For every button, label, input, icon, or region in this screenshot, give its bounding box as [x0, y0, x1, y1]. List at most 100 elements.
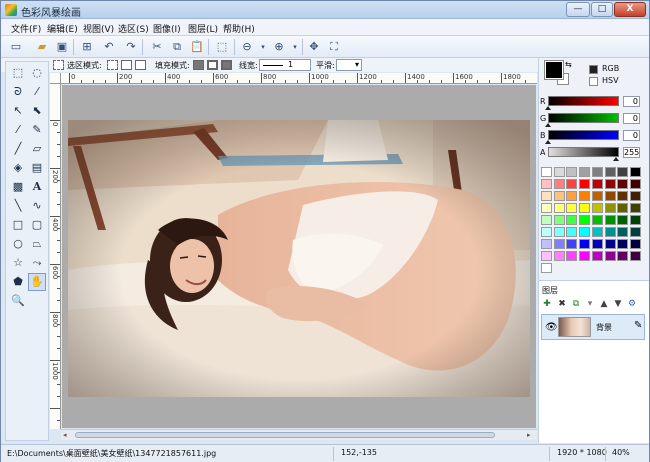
- palette-swatch[interactable]: [541, 215, 552, 225]
- palette-swatch[interactable]: [553, 191, 565, 201]
- palette-swatch[interactable]: [566, 239, 578, 249]
- palette-swatch[interactable]: [617, 191, 629, 201]
- move-layer-up-icon[interactable]: ▲: [599, 299, 609, 309]
- palette-swatch[interactable]: [566, 251, 578, 261]
- palette-swatch[interactable]: [617, 215, 629, 225]
- pencil-edit-icon[interactable]: ✎: [634, 320, 642, 331]
- palette-swatch[interactable]: [579, 239, 591, 249]
- curve-icon[interactable]: ∿: [28, 197, 46, 215]
- channel-a-marker[interactable]: [613, 157, 619, 161]
- fill-mode-both[interactable]: [221, 60, 232, 70]
- palette-swatch[interactable]: [617, 203, 629, 213]
- palette-swatch[interactable]: [553, 227, 565, 237]
- palette-swatch[interactable]: [553, 179, 565, 189]
- palette-swatch[interactable]: [566, 167, 578, 177]
- palette-swatch[interactable]: [579, 203, 591, 213]
- palette-swatch[interactable]: [541, 227, 552, 237]
- line-icon[interactable]: ╲: [9, 197, 27, 215]
- palette-swatch[interactable]: [604, 203, 616, 213]
- palette-swatch[interactable]: [617, 167, 629, 177]
- save-icon[interactable]: ▣: [54, 39, 70, 55]
- new-file-icon[interactable]: ▭: [8, 39, 24, 55]
- palette-swatch[interactable]: [553, 203, 565, 213]
- palette-swatch[interactable]: [566, 203, 578, 213]
- palette-swatch[interactable]: [566, 191, 578, 201]
- line-width-select[interactable]: 1: [259, 59, 311, 71]
- brush-icon[interactable]: ╱: [9, 140, 27, 158]
- eye-icon[interactable]: 👁: [545, 322, 558, 333]
- rectangle-icon[interactable]: □: [9, 216, 27, 234]
- move-layer-down-icon[interactable]: ▼: [613, 299, 623, 309]
- move-icon[interactable]: ⬉: [28, 102, 46, 120]
- zoom-out-icon[interactable]: ⊖: [239, 39, 255, 55]
- undo-icon[interactable]: ↶: [101, 39, 117, 55]
- close-button[interactable]: X: [614, 2, 646, 17]
- palette-swatch[interactable]: [579, 179, 591, 189]
- canvas-image[interactable]: [68, 120, 530, 397]
- import-icon[interactable]: ⊞: [79, 39, 95, 55]
- polygon-icon[interactable]: ⏢: [28, 235, 46, 253]
- gradient-icon[interactable]: ▤: [28, 159, 46, 177]
- hand-icon[interactable]: ✋: [28, 273, 46, 291]
- channel-g-slider[interactable]: [548, 113, 619, 123]
- actual-size-icon[interactable]: ⛶: [326, 39, 342, 55]
- palette-swatch[interactable]: [541, 191, 552, 201]
- palette-swatch[interactable]: [604, 215, 616, 225]
- palette-swatch[interactable]: [579, 215, 591, 225]
- fill-mode-outline[interactable]: [207, 60, 218, 70]
- palette-swatch[interactable]: [541, 239, 552, 249]
- menu-help[interactable]: 帮助(H): [223, 22, 255, 35]
- palette-swatch[interactable]: [541, 167, 552, 177]
- paste-icon[interactable]: 📋: [189, 39, 205, 55]
- palette-swatch[interactable]: [591, 215, 603, 225]
- channel-a-slider[interactable]: [548, 147, 619, 157]
- palette-swatch[interactable]: [604, 227, 616, 237]
- palette-swatch[interactable]: [579, 191, 591, 201]
- channel-b-marker[interactable]: [545, 140, 551, 144]
- palette-swatch[interactable]: [617, 179, 629, 189]
- palette-swatch[interactable]: [617, 239, 629, 249]
- canvas-area[interactable]: [62, 85, 536, 428]
- mode-rgb-radio[interactable]: [589, 65, 598, 74]
- minimize-button[interactable]: —: [566, 2, 590, 17]
- rect-select-icon[interactable]: ⬚: [9, 64, 27, 82]
- channel-g-value[interactable]: 0: [623, 113, 640, 124]
- add-layer-icon[interactable]: ✚: [542, 299, 552, 309]
- magic-wand-icon[interactable]: ⁄: [28, 83, 46, 101]
- duplicate-layer-icon[interactable]: ⧉: [571, 299, 581, 309]
- palette-swatch[interactable]: [579, 167, 591, 177]
- palette-swatch[interactable]: [591, 167, 603, 177]
- palette-swatch[interactable]: [629, 215, 641, 225]
- deselect-icon[interactable]: ⬚: [214, 39, 230, 55]
- palette-swatch[interactable]: [541, 251, 552, 261]
- palette-swatch[interactable]: [579, 227, 591, 237]
- palette-swatch[interactable]: [604, 167, 616, 177]
- swap-colors-icon[interactable]: ⇆: [565, 60, 572, 69]
- palette-swatch[interactable]: [566, 179, 578, 189]
- layer-properties-icon[interactable]: ⚙: [627, 299, 637, 309]
- smooth-select[interactable]: ▾: [336, 59, 362, 71]
- mode-hsv-radio[interactable]: [589, 77, 598, 86]
- palette-swatch[interactable]: [579, 251, 591, 261]
- scrollbar-thumb[interactable]: [75, 432, 495, 438]
- palette-swatch[interactable]: [566, 215, 578, 225]
- fill-mode-filled[interactable]: [193, 60, 204, 70]
- palette-swatch[interactable]: [604, 251, 616, 261]
- channel-r-value[interactable]: 0: [623, 96, 640, 107]
- rounded-rect-icon[interactable]: ▢: [28, 216, 46, 234]
- selection-mode-add[interactable]: [121, 60, 132, 70]
- channel-a-value[interactable]: 255: [623, 147, 640, 158]
- scroll-left-icon[interactable]: ◂: [63, 431, 67, 439]
- palette-swatch[interactable]: [591, 251, 603, 261]
- channel-g-marker[interactable]: [545, 123, 551, 127]
- horizontal-scrollbar[interactable]: ◂ ▸: [61, 429, 537, 440]
- delete-layer-icon[interactable]: ✖: [557, 299, 567, 309]
- menu-file[interactable]: 文件(F): [11, 22, 41, 35]
- menu-selection[interactable]: 选区(S): [118, 22, 149, 35]
- palette-swatch[interactable]: [617, 251, 629, 261]
- bezier-icon[interactable]: ⤳: [28, 254, 46, 272]
- merge-layer-icon[interactable]: ▾: [585, 299, 595, 309]
- palette-swatch[interactable]: [553, 167, 565, 177]
- selection-mode-new[interactable]: [107, 60, 118, 70]
- shape-fill-icon[interactable]: ⬟: [9, 273, 27, 291]
